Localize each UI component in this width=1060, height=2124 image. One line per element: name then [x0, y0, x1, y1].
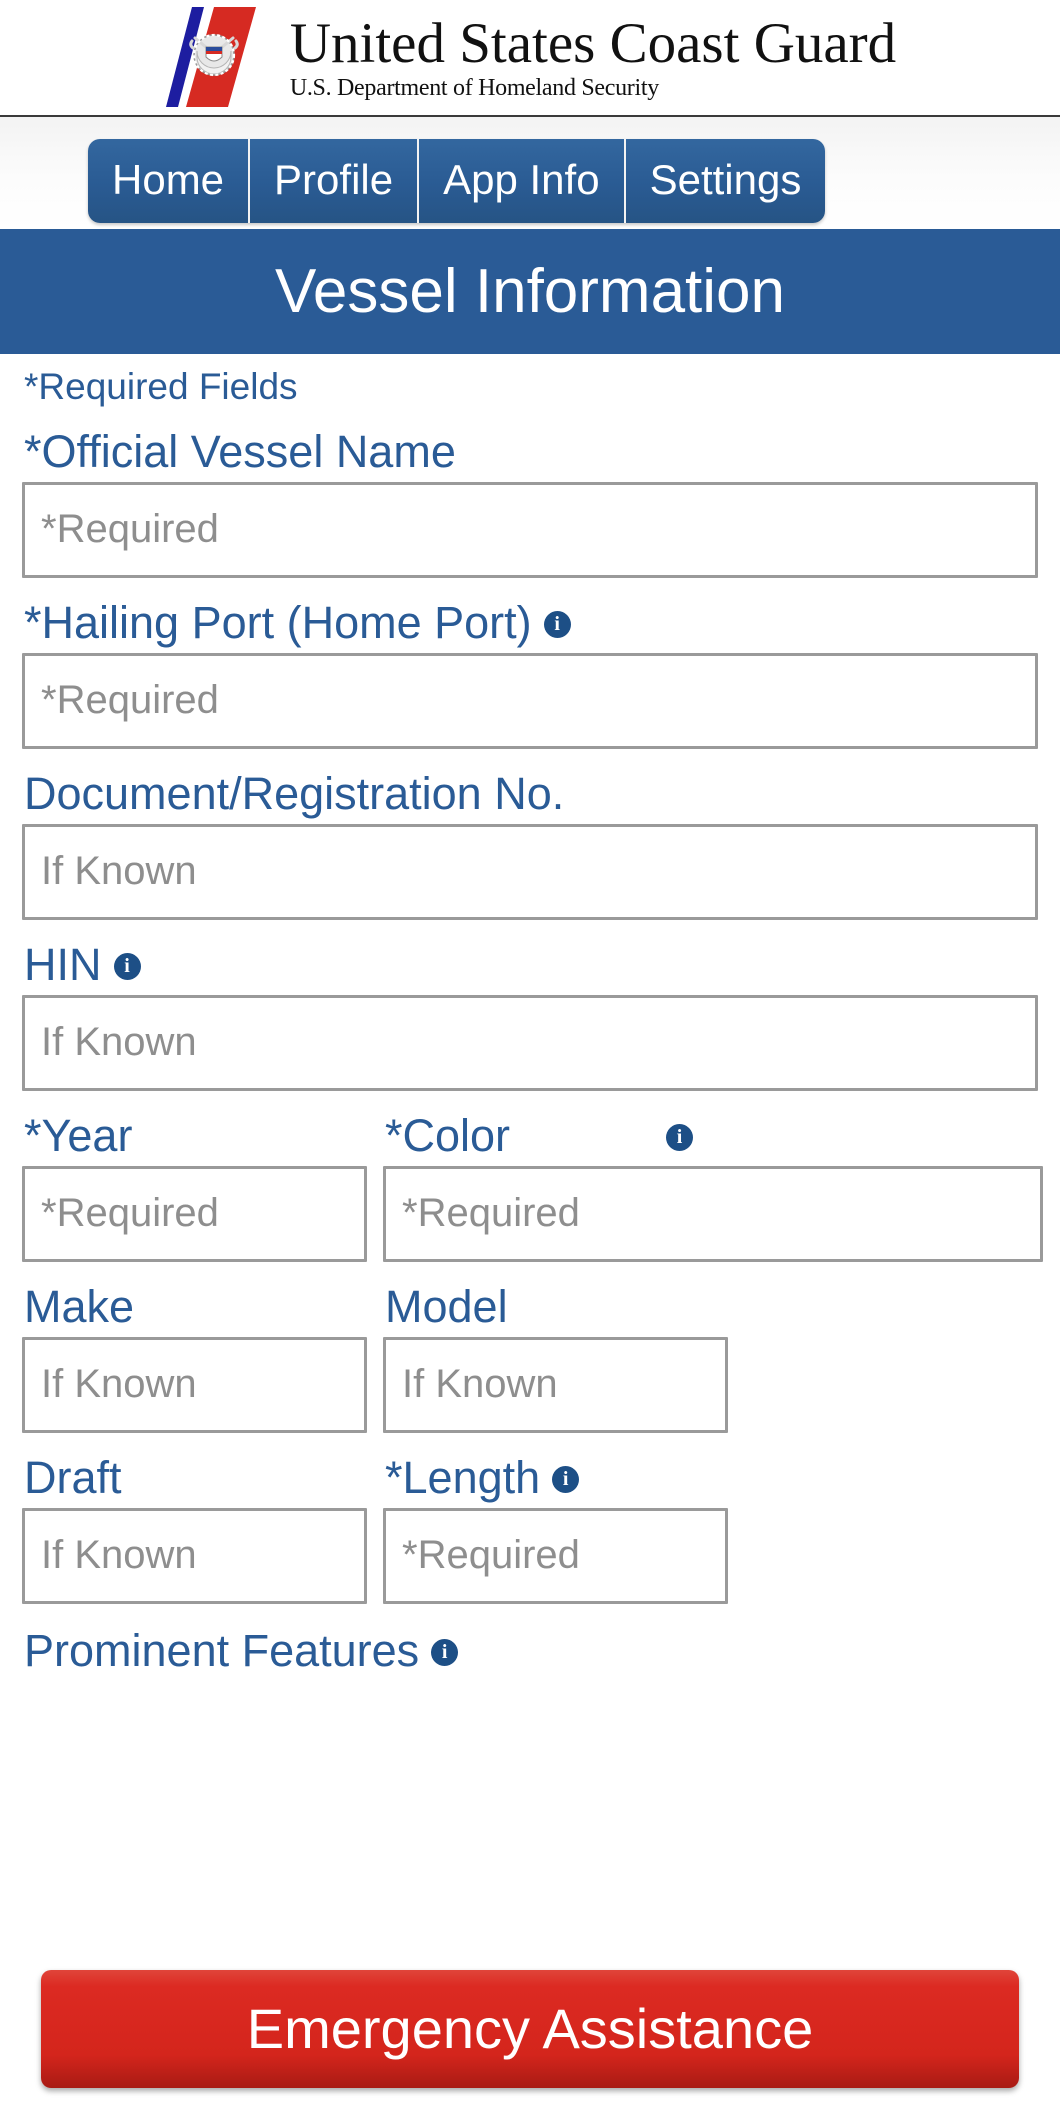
field-row-make-model [22, 1336, 1038, 1433]
nav-item-settings[interactable]: Settings [625, 139, 826, 223]
nav-item-app-info[interactable]: App Info [419, 139, 626, 223]
page-title-bar: Vessel Information [0, 229, 1060, 354]
page-title: Vessel Information [274, 256, 786, 326]
label-draft: Draft [24, 1451, 122, 1503]
label-row-year-color: *Year *Color i [24, 1113, 1038, 1158]
info-icon[interactable]: i [552, 1465, 580, 1493]
input-year[interactable] [22, 1165, 367, 1262]
label-text: Document/Registration No. [24, 767, 565, 819]
label-make: Make [24, 1280, 135, 1332]
label-color: *Color i [385, 1109, 694, 1161]
input-make[interactable] [22, 1336, 367, 1433]
input-draft[interactable] [22, 1507, 367, 1604]
label-text: HIN [24, 938, 102, 990]
label-document-registration-no: Document/Registration No. [24, 771, 1038, 816]
label-prominent-features: Prominent Features i [24, 1628, 1038, 1673]
label-official-vessel-name: *Official Vessel Name [24, 429, 1038, 474]
info-icon[interactable]: i [431, 1638, 459, 1666]
field-cell-year [22, 1165, 367, 1262]
label-text: Model [385, 1280, 508, 1332]
uscg-racing-stripe-emblem-icon [165, 6, 256, 107]
input-color[interactable] [383, 1165, 1043, 1262]
label-text: Prominent Features [24, 1624, 420, 1676]
label-hailing-port: *Hailing Port (Home Port) i [24, 600, 1038, 645]
label-model: Model [385, 1284, 508, 1329]
brand-text: United States Coast Guard U.S. Departmen… [290, 15, 896, 100]
field-row-year-color [22, 1165, 1043, 1262]
nav-button-group: Home Profile App Info Settings [88, 139, 826, 223]
label-text: *Length [385, 1451, 541, 1503]
department-name: U.S. Department of Homeland Security [289, 75, 659, 101]
input-hailing-port[interactable] [22, 652, 1038, 749]
field-row-draft-length [22, 1507, 1038, 1604]
nav-item-profile[interactable]: Profile [250, 139, 420, 223]
label-row-make-model: Make Model [24, 1284, 1038, 1329]
field-cell-length [383, 1507, 728, 1604]
input-hin[interactable] [22, 994, 1038, 1091]
label-year: *Year [24, 1109, 133, 1161]
input-official-vessel-name[interactable] [22, 481, 1038, 578]
label-length: *Length i [385, 1451, 580, 1503]
label-text: *Color [385, 1109, 511, 1161]
label-text: *Official Vessel Name [24, 425, 456, 477]
vessel-information-form: *Required Fields *Official Vessel Name *… [0, 354, 1060, 1673]
nav-item-home[interactable]: Home [88, 139, 251, 223]
emergency-assistance-button[interactable]: Emergency Assistance [41, 1970, 1019, 2088]
emergency-assistance-bar: Emergency Assistance [0, 1970, 1060, 2088]
required-fields-note: *Required Fields [24, 366, 298, 407]
field-cell-model [383, 1336, 728, 1433]
field-cell-color [383, 1165, 1043, 1262]
input-model[interactable] [383, 1336, 728, 1433]
input-document-registration-no[interactable] [22, 823, 1038, 920]
label-row-draft-length: Draft *Length i [24, 1455, 1038, 1500]
brand-lockup: United States Coast Guard U.S. Departmen… [152, 3, 896, 113]
info-icon[interactable]: i [543, 610, 571, 638]
info-icon[interactable]: i [666, 1123, 694, 1151]
label-hin: HIN i [24, 942, 1038, 987]
agency-name: United States Coast Guard [289, 12, 897, 75]
brand-header: United States Coast Guard U.S. Departmen… [0, 0, 1060, 117]
label-text: *Hailing Port (Home Port) [24, 596, 532, 648]
field-cell-draft [22, 1507, 367, 1604]
main-navigation: Home Profile App Info Settings [0, 117, 1060, 229]
input-length[interactable] [383, 1507, 728, 1604]
field-cell-make [22, 1336, 367, 1433]
app-root: United States Coast Guard U.S. Departmen… [0, 0, 1060, 2124]
info-icon[interactable]: i [113, 952, 141, 980]
